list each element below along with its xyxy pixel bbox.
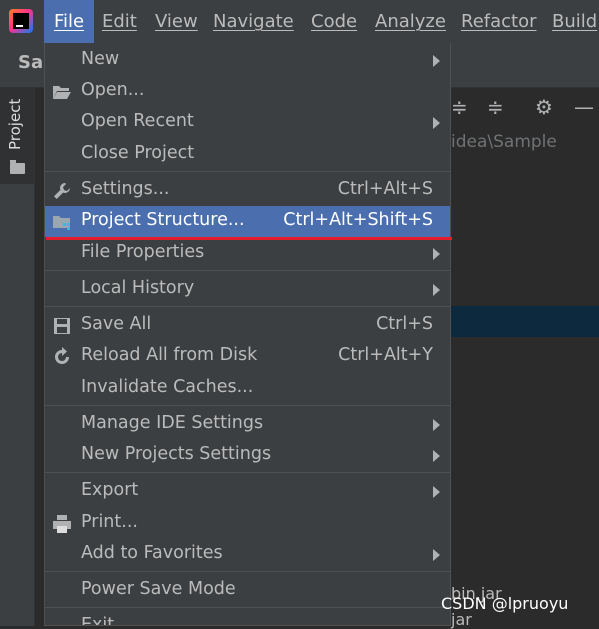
- menu-code[interactable]: Code: [311, 0, 357, 43]
- menu-item-project-structure[interactable]: Project Structure... Ctrl+Alt+Shift+S: [45, 206, 450, 237]
- file-menu-popup: New Open... Open Recent Close Project Se…: [44, 43, 451, 626]
- menu-separator: [45, 571, 450, 572]
- menu-item-add-to-favorites[interactable]: Add to Favorites: [45, 539, 450, 570]
- menu-separator: [45, 171, 450, 172]
- save-all-shortcut: Ctrl+S: [376, 314, 433, 334]
- menu-item-invalidate-label: Invalidate Caches...: [81, 377, 254, 397]
- menu-item-local-history[interactable]: Local History: [45, 274, 450, 305]
- intellij-logo-icon[interactable]: [9, 9, 33, 33]
- menu-item-print-label: Print...: [81, 512, 138, 532]
- menu-item-export-label: Export: [81, 480, 139, 500]
- menu-item-settings[interactable]: Settings... Ctrl+Alt+S: [45, 175, 450, 206]
- menu-item-file-properties[interactable]: File Properties: [45, 238, 450, 269]
- reload-icon: [55, 347, 69, 364]
- collapse-all-icon[interactable]: ≑: [487, 95, 504, 119]
- tree-selected-row[interactable]: [451, 306, 599, 337]
- reload-shortcut: Ctrl+Alt+Y: [338, 345, 433, 365]
- menu-item-open[interactable]: Open...: [45, 76, 450, 107]
- menu-view[interactable]: View: [155, 0, 198, 43]
- expand-all-icon[interactable]: ≑: [451, 95, 468, 119]
- menu-item-open-recent-label: Open Recent: [81, 111, 194, 131]
- menu-item-settings-label: Settings...: [81, 179, 170, 199]
- submenu-arrow-icon: [433, 117, 440, 129]
- gear-icon[interactable]: ⚙: [535, 95, 553, 119]
- menu-separator: [45, 405, 450, 406]
- menu-item-close-project-label: Close Project: [81, 143, 195, 163]
- menu-edit[interactable]: Edit: [102, 0, 137, 43]
- menu-build[interactable]: Build: [552, 0, 597, 43]
- project-path: idea\Sample: [451, 132, 557, 152]
- menu-item-power-save-label: Power Save Mode: [81, 579, 236, 599]
- menu-item-save-all[interactable]: Save All Ctrl+S: [45, 310, 450, 341]
- menu-item-reload-label: Reload All from Disk: [81, 345, 258, 365]
- menu-item-file-properties-label: File Properties: [81, 242, 205, 262]
- menu-item-open-label: Open...: [81, 80, 145, 100]
- red-highlight-underline: [46, 237, 452, 240]
- menu-item-invalidate-caches[interactable]: Invalidate Caches...: [45, 373, 450, 404]
- menu-item-new-projects-settings[interactable]: New Projects Settings: [45, 440, 450, 471]
- submenu-arrow-icon: [433, 419, 440, 431]
- menu-item-print[interactable]: Print...: [45, 508, 450, 539]
- project-breadcrumb[interactable]: Sa: [18, 52, 43, 73]
- project-tool-label[interactable]: Project: [6, 99, 24, 150]
- menu-item-reload[interactable]: Reload All from Disk Ctrl+Alt+Y: [45, 341, 450, 372]
- submenu-arrow-icon: [433, 284, 440, 296]
- submenu-arrow-icon: [433, 450, 440, 462]
- printer-icon: [53, 515, 71, 533]
- menu-item-project-structure-label: Project Structure...: [81, 210, 245, 230]
- wrench-icon: [54, 183, 70, 199]
- submenu-arrow-icon: [433, 55, 440, 67]
- open-folder-icon: [53, 86, 71, 99]
- project-structure-icon: [53, 216, 70, 230]
- menu-item-exit[interactable]: Exit: [45, 611, 450, 626]
- submenu-arrow-icon: [433, 248, 440, 260]
- menu-item-power-save-mode[interactable]: Power Save Mode: [45, 575, 450, 606]
- settings-shortcut: Ctrl+Alt+S: [337, 179, 433, 199]
- menu-item-new-projects-label: New Projects Settings: [81, 444, 272, 464]
- menu-item-new[interactable]: New: [45, 45, 450, 76]
- menu-item-save-all-label: Save All: [81, 314, 152, 334]
- menu-item-open-recent[interactable]: Open Recent: [45, 107, 450, 138]
- hide-panel-icon[interactable]: —: [574, 95, 594, 119]
- menu-refactor[interactable]: Refactor: [461, 0, 537, 43]
- menu-analyze[interactable]: Analyze: [375, 0, 446, 43]
- menu-separator: [45, 270, 450, 271]
- project-structure-shortcut: Ctrl+Alt+Shift+S: [283, 210, 433, 230]
- menu-navigate[interactable]: Navigate: [213, 0, 294, 43]
- menu-separator: [45, 607, 450, 608]
- submenu-arrow-icon: [433, 549, 440, 561]
- menu-item-new-label: New: [81, 49, 120, 69]
- menu-separator: [45, 306, 450, 307]
- menu-item-export[interactable]: Export: [45, 476, 450, 507]
- menu-separator: [45, 472, 450, 473]
- menu-item-exit-label: Exit: [81, 615, 115, 626]
- menu-file[interactable]: File: [44, 0, 94, 43]
- menu-item-local-history-label: Local History: [81, 278, 195, 298]
- folder-icon: [10, 160, 25, 174]
- menu-item-manage-ide-settings[interactable]: Manage IDE Settings: [45, 409, 450, 440]
- save-icon: [54, 318, 70, 334]
- menu-item-close-project[interactable]: Close Project: [45, 139, 450, 170]
- menu-item-add-favorites-label: Add to Favorites: [81, 543, 223, 563]
- submenu-arrow-icon: [433, 486, 440, 498]
- menu-item-manage-ide-label: Manage IDE Settings: [81, 413, 264, 433]
- csdn-watermark: CSDN @lpruoyu: [441, 594, 569, 613]
